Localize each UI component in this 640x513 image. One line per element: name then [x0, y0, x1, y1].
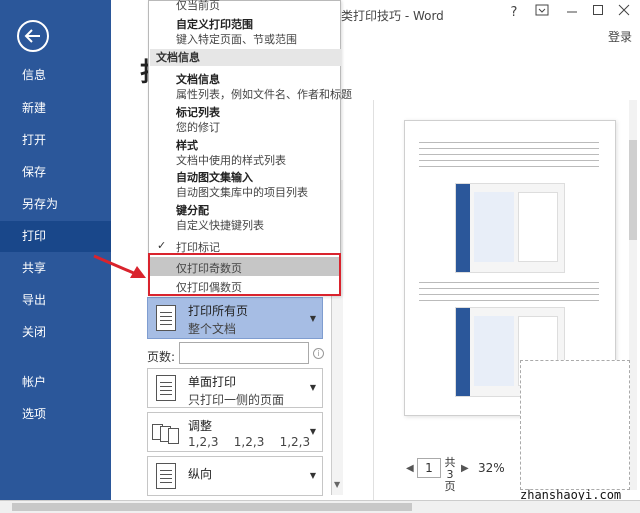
- menu-item-styles-desc: 文档中使用的样式列表: [176, 154, 286, 167]
- window-title: 类打印技巧 - Word: [341, 9, 444, 23]
- sides-desc: 只打印一侧的页面: [188, 393, 285, 407]
- print-range-dropdown[interactable]: 打印所有页 整个文档 ▼: [147, 297, 323, 339]
- annotation-highlight-box: [148, 253, 341, 296]
- menu-item-key-assignments[interactable]: 键分配: [176, 202, 209, 218]
- menu-item-markup-list-desc: 您的修订: [176, 121, 220, 134]
- maximize-icon[interactable]: [587, 4, 609, 22]
- scrollbar-thumb[interactable]: [12, 503, 412, 511]
- page-number-input[interactable]: 1: [417, 458, 441, 478]
- zoom-level: 32%: [478, 461, 505, 475]
- menu-item-custom-range[interactable]: 自定义打印范围: [176, 16, 253, 32]
- document-pages-icon: [156, 305, 176, 331]
- menu-item-autotext-desc: 自动图文集库中的项目列表: [176, 186, 308, 199]
- preview-text-lines: [419, 139, 599, 169]
- close-icon[interactable]: [613, 4, 635, 22]
- sidebar-item-save-as[interactable]: 另存为: [0, 189, 111, 220]
- minimize-icon[interactable]: [561, 4, 583, 22]
- orientation-title: 纵向: [188, 467, 213, 481]
- sidebar-item-close[interactable]: 关闭: [0, 317, 111, 348]
- chevron-down-icon: ▼: [309, 383, 316, 392]
- chevron-down-icon: ▼: [309, 471, 316, 480]
- chevron-down-icon: ▼: [309, 427, 316, 436]
- checkmark-icon: ✓: [157, 239, 167, 252]
- pages-input[interactable]: [179, 342, 309, 364]
- annotation-arrow-icon: [93, 254, 146, 278]
- single-sided-icon: [156, 375, 176, 401]
- preview-screenshot-1: [455, 183, 565, 273]
- portrait-icon: [156, 463, 176, 489]
- menu-item-markup-list[interactable]: 标记列表: [176, 104, 220, 120]
- back-arrow-icon[interactable]: [17, 20, 49, 52]
- menu-item-key-assignments-desc: 自定义快捷键列表: [176, 219, 264, 232]
- sidebar-item-options[interactable]: 选项: [0, 399, 111, 430]
- collate-desc: 1,2,3 1,2,3 1,2,3: [188, 435, 311, 449]
- collate-icon: [152, 422, 180, 444]
- sides-title: 单面打印: [188, 375, 237, 389]
- horizontal-scrollbar[interactable]: [0, 500, 640, 513]
- sidebar-item-export[interactable]: 导出: [0, 285, 111, 316]
- zoom-slider-area: [520, 360, 630, 490]
- sidebar-item-new[interactable]: 新建: [0, 93, 111, 124]
- menu-item-doc-info[interactable]: 文档信息: [176, 71, 220, 87]
- collate-dropdown[interactable]: 调整 1,2,3 1,2,3 1,2,3 ▼: [147, 412, 323, 452]
- pages-label: 页数:: [147, 350, 176, 364]
- preview-text-lines-2: [419, 279, 599, 301]
- sidebar-item-account[interactable]: 帐户: [0, 367, 111, 398]
- login-link[interactable]: 登录: [608, 28, 632, 45]
- orientation-dropdown[interactable]: 纵向 ▼: [147, 456, 323, 496]
- previous-page-icon[interactable]: ◀: [406, 463, 414, 474]
- help-button[interactable]: ?: [503, 4, 525, 22]
- ribbon-display-icon[interactable]: [531, 4, 553, 22]
- menu-item-doc-info-desc: 属性列表，例如文件名、作者和标题: [176, 88, 352, 101]
- sidebar-item-info[interactable]: 信息: [0, 60, 111, 91]
- total-pages-label: 共3页: [444, 456, 456, 493]
- menu-item-styles[interactable]: 样式: [176, 137, 198, 153]
- info-icon[interactable]: i: [313, 348, 324, 359]
- print-range-menu: 仅当前页 自定义打印范围 键入特定页面、节或范围 文档信息 文档信息 属性列表，…: [148, 0, 352, 296]
- menu-item-current-page[interactable]: 仅当前页: [176, 0, 220, 13]
- print-range-desc: 整个文档: [188, 322, 237, 336]
- chevron-down-icon: ▼: [309, 314, 316, 323]
- scroll-down-icon[interactable]: ▼: [334, 480, 340, 489]
- collate-title: 调整: [188, 419, 213, 433]
- print-range-title: 打印所有页: [188, 304, 249, 318]
- menu-item-autotext[interactable]: 自动图文集输入: [176, 169, 253, 185]
- sidebar-item-save[interactable]: 保存: [0, 157, 111, 188]
- sidebar-item-open[interactable]: 打开: [0, 125, 111, 156]
- pane-divider: [373, 100, 374, 500]
- sides-dropdown[interactable]: 单面打印 只打印一侧的页面 ▼: [147, 368, 323, 408]
- sidebar-item-print[interactable]: 打印: [0, 221, 111, 252]
- next-page-icon[interactable]: ▶: [461, 463, 469, 474]
- menu-section-doc-info: 文档信息: [150, 49, 341, 66]
- menu-item-custom-range-desc: 键入特定页面、节或范围: [176, 33, 297, 46]
